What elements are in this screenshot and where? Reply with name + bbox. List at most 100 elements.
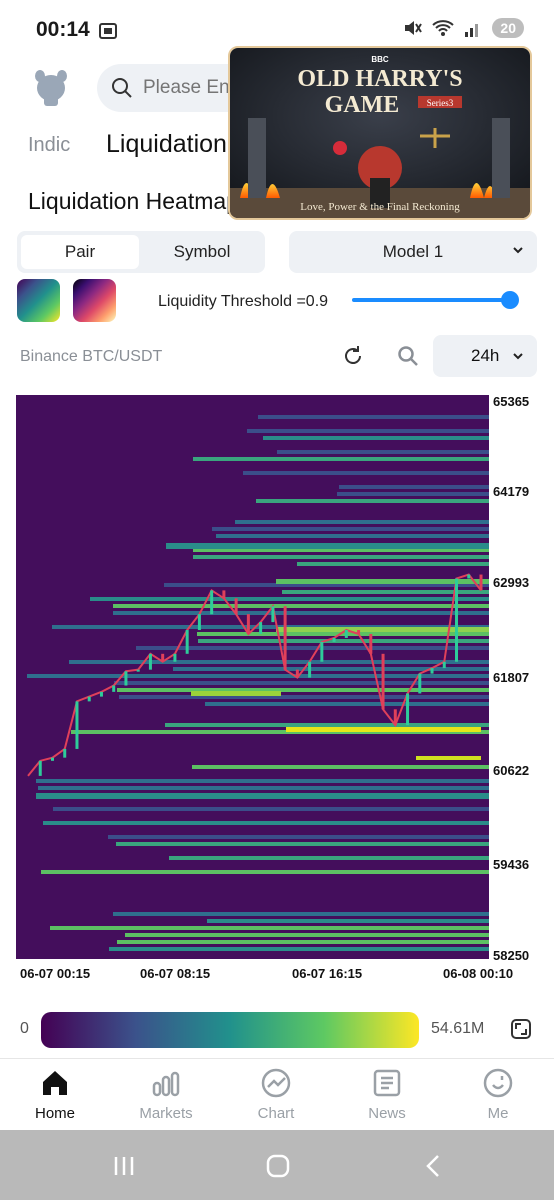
- liquidity-band: [50, 926, 489, 930]
- tab-indicator[interactable]: Indic: [28, 134, 70, 157]
- nav-label-markets: Markets: [139, 1105, 193, 1122]
- legend-min: 0: [20, 1020, 29, 1037]
- expand-icon[interactable]: [510, 1018, 532, 1040]
- price-candle: [430, 668, 434, 674]
- liquidity-band: [193, 555, 489, 559]
- liquidity-band: [90, 597, 489, 601]
- liquidity-band: [69, 660, 489, 664]
- home-button-icon[interactable]: [265, 1153, 291, 1179]
- liquidity-band: [216, 534, 489, 538]
- pip-title-line1: OLD HARRY'S: [297, 66, 462, 92]
- nav-news[interactable]: News: [337, 1067, 437, 1122]
- liquidity-band: [117, 940, 489, 944]
- liquidity-band: [207, 919, 489, 923]
- nav-home[interactable]: Home: [5, 1067, 105, 1122]
- liquidity-band: [165, 723, 489, 727]
- liquidation-heatmap[interactable]: [16, 395, 489, 959]
- battery-badge: 20: [492, 18, 524, 38]
- price-candle: [234, 598, 238, 615]
- liquidity-band: [117, 688, 489, 692]
- legend-colorbar: [41, 1012, 419, 1048]
- pip-video-overlay[interactable]: OLD HARRY'S GAME Series3 BBC Love, Power…: [228, 46, 532, 220]
- refresh-icon[interactable]: [342, 345, 364, 367]
- price-candle: [381, 653, 385, 710]
- price-candle: [479, 574, 483, 591]
- liquidity-band: [247, 429, 489, 433]
- pip-artwork: OLD HARRY'S GAME Series3 BBC Love, Power…: [230, 48, 530, 218]
- legend-max: 54.61M: [431, 1020, 485, 1037]
- price-candle: [38, 760, 42, 776]
- bottom-nav: Home Markets Chart News Me: [0, 1058, 554, 1130]
- price-candle: [442, 661, 446, 669]
- legend: 0 54.61M: [0, 1010, 554, 1050]
- liquidity-band: [173, 667, 489, 671]
- liquidity-band: [277, 450, 489, 454]
- price-candle: [246, 614, 250, 634]
- search-icon: [112, 78, 132, 98]
- liquidity-band: [205, 702, 489, 706]
- price-candle: [332, 637, 336, 642]
- home-icon: [43, 1071, 67, 1095]
- x-tick-label: 06-07 00:15: [20, 966, 91, 981]
- liquidity-band: [116, 842, 489, 846]
- x-axis-labels: 06-07 00:15 06-07 08:15 06-07 16:15 06-08 0…: [0, 966, 554, 986]
- range-value: 24h: [471, 346, 500, 365]
- y-tick-label: 65365: [493, 394, 530, 409]
- liquidity-band: [212, 527, 489, 531]
- liquidity-band: [136, 646, 489, 650]
- liquidity-band: [108, 835, 489, 839]
- signal-icon: [465, 24, 479, 37]
- symbol-button[interactable]: Symbol: [143, 235, 261, 269]
- price-candle: [344, 630, 348, 638]
- colorscale-magma-swatch[interactable]: [73, 279, 116, 322]
- range-select[interactable]: 24h: [433, 335, 537, 377]
- price-candle: [112, 685, 116, 692]
- price-candle: [406, 693, 410, 726]
- price-candle: [197, 614, 201, 631]
- pip-network: BBC: [371, 55, 389, 64]
- liquidity-band: [339, 485, 489, 489]
- back-icon[interactable]: [422, 1154, 444, 1178]
- search-icon[interactable]: [397, 345, 419, 367]
- pair-symbol-toggle: Pair Symbol: [17, 231, 265, 273]
- nav-me[interactable]: Me: [448, 1067, 548, 1122]
- liquidity-band: [36, 779, 489, 783]
- colorscale-viridis-swatch[interactable]: [17, 279, 60, 322]
- liquidity-band: [53, 807, 489, 811]
- price-candle: [369, 633, 373, 654]
- price-candle: [75, 701, 79, 749]
- liquidity-band: [119, 695, 489, 699]
- y-tick-label: 59436: [493, 857, 530, 872]
- price-candle: [99, 691, 103, 697]
- nav-chart[interactable]: Chart: [226, 1067, 326, 1122]
- liquidity-band: [193, 457, 489, 461]
- model-value: Model 1: [382, 242, 444, 261]
- nav-markets[interactable]: Markets: [116, 1067, 216, 1122]
- threshold-slider-thumb[interactable]: [501, 291, 519, 309]
- threshold-slider-track[interactable]: [352, 298, 512, 302]
- pip-tagline: Love, Power & the Final Reckoning: [300, 201, 460, 213]
- me-icon: [483, 1068, 513, 1098]
- liquidity-band: [192, 765, 489, 769]
- liquidity-band: [125, 933, 489, 937]
- page-title: Liquidation Heatmap: [28, 188, 239, 214]
- tab-liquidation[interactable]: Liquidation: [106, 130, 227, 159]
- price-candle: [210, 590, 214, 615]
- chevron-down-icon: [513, 247, 523, 254]
- recents-icon[interactable]: [112, 1155, 136, 1177]
- liquidity-band: [38, 786, 489, 790]
- nav-label-chart: Chart: [257, 1105, 295, 1122]
- liquidity-band: [113, 604, 489, 608]
- y-tick-label: 60622: [493, 763, 530, 778]
- nav-label-news: News: [368, 1105, 406, 1122]
- avatar[interactable]: [30, 66, 72, 108]
- model-select[interactable]: Model 1: [289, 231, 537, 273]
- price-candle: [283, 606, 287, 670]
- pair-button[interactable]: Pair: [21, 235, 139, 269]
- nav-label-home: Home: [34, 1105, 75, 1122]
- price-candle: [308, 661, 312, 678]
- price-candle: [320, 641, 324, 662]
- liquidity-band: [198, 639, 489, 643]
- liquidity-band: [337, 492, 489, 496]
- y-tick-label: 61807: [493, 670, 530, 685]
